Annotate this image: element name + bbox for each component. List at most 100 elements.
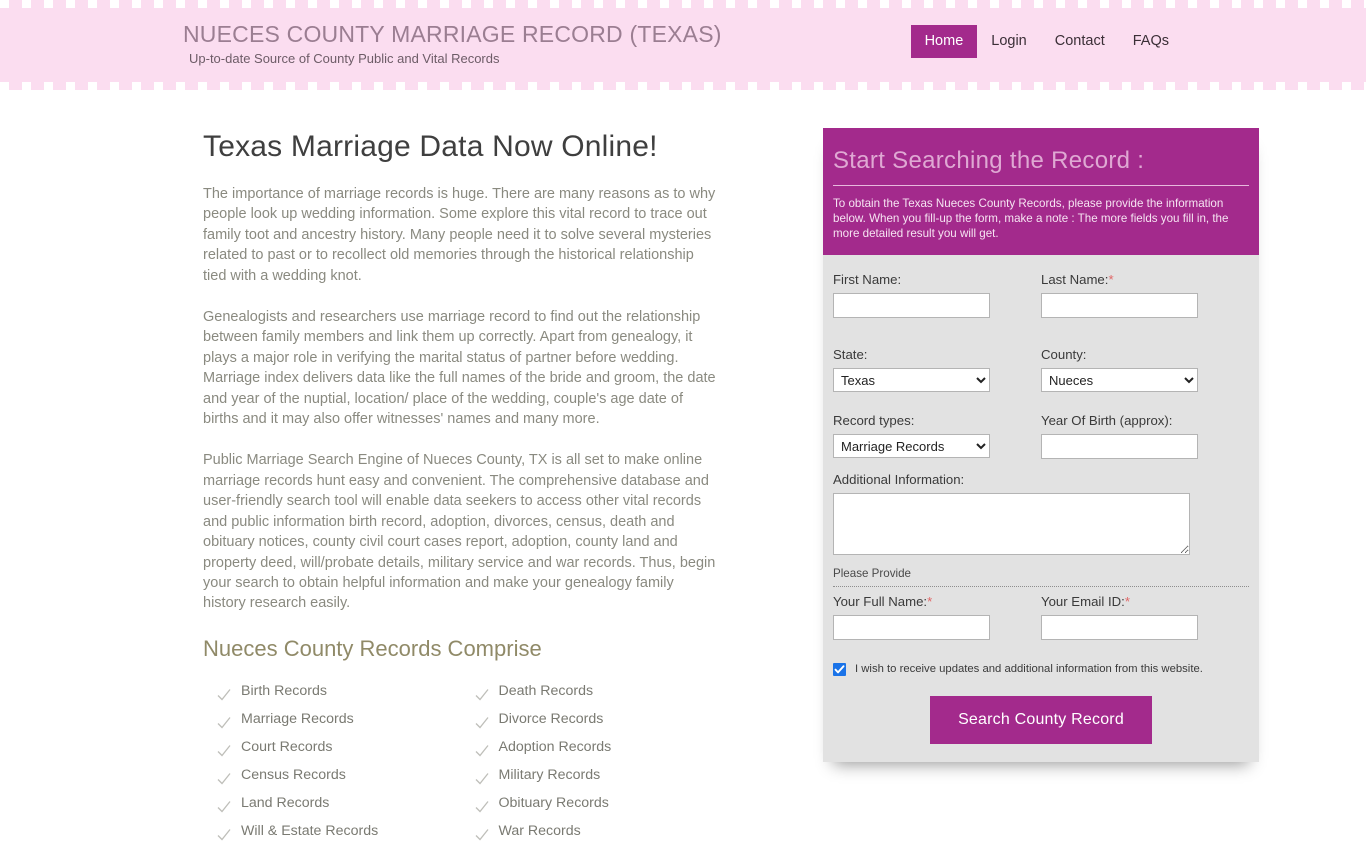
state-select[interactable]: Texas — [833, 368, 990, 392]
check-icon — [475, 796, 489, 813]
page-wrapper: Texas Marriage Data Now Online! The impo… — [183, 90, 1259, 841]
intro-paragraph-2: Genealogists and researchers use marriag… — [203, 309, 716, 428]
first-name-label: First Name: — [833, 272, 902, 287]
check-icon — [217, 796, 231, 813]
required-marker: * — [927, 594, 933, 609]
field-email: Your Email ID:* — [1041, 593, 1249, 640]
check-icon — [475, 740, 489, 757]
record-types-label: Record types: — [833, 413, 915, 428]
year-of-birth-input[interactable] — [1041, 434, 1198, 459]
page-title: Texas Marriage Data Now Online! — [203, 130, 658, 163]
consent-checkbox[interactable] — [833, 663, 846, 676]
check-icon — [217, 768, 231, 785]
check-icon — [217, 740, 231, 757]
list-item: Census Records — [203, 761, 461, 789]
list-item: Military Records — [461, 761, 719, 789]
list-item-label: Birth Records — [241, 682, 327, 699]
site-tagline: Up-to-date Source of County Public and V… — [189, 51, 500, 66]
state-label: State: — [833, 347, 868, 362]
record-types-select[interactable]: Marriage Records — [833, 434, 990, 458]
last-name-label: Last Name:* — [1041, 271, 1249, 289]
list-item-label: Will & Estate Records — [241, 822, 379, 839]
field-additional-information: Additional Information: — [833, 471, 1249, 560]
list-item: Land Records — [203, 789, 461, 817]
form-row-location: State: Texas County: Nueces — [833, 346, 1249, 392]
list-item: Obituary Records — [461, 789, 719, 817]
full-name-input[interactable] — [833, 615, 990, 640]
email-input[interactable] — [1041, 615, 1198, 640]
brand: NUECES COUNTY MARRIAGE RECORD (TEXAS) Up… — [183, 20, 722, 67]
nav-item-contact[interactable]: Contact — [1041, 25, 1119, 58]
form-row-record-year: Record types: Marriage Records Year Of B… — [833, 412, 1249, 459]
list-item: Death Records — [461, 677, 719, 705]
check-icon — [475, 712, 489, 729]
panel-description: To obtain the Texas Nueces County Record… — [833, 197, 1229, 240]
check-icon — [475, 684, 489, 701]
year-of-birth-label: Year Of Birth (approx): — [1041, 413, 1173, 428]
email-label-text: Your Email ID: — [1041, 594, 1125, 609]
list-item: Birth Records — [203, 677, 461, 705]
last-name-input[interactable] — [1041, 293, 1198, 318]
list-item: Court Records — [203, 733, 461, 761]
field-first-name: First Name: — [833, 271, 1041, 318]
check-icon — [217, 824, 231, 841]
list-item: Divorce Records — [461, 705, 719, 733]
field-full-name: Your Full Name:* — [833, 593, 1041, 640]
list-item-label: Land Records — [241, 794, 330, 811]
county-label: County: — [1041, 347, 1087, 362]
list-item: Will & Estate Records — [203, 817, 461, 845]
field-last-name: Last Name:* — [1041, 271, 1249, 318]
list-item-label: Court Records — [241, 738, 333, 755]
form-row-contact: Your Full Name:* Your Email ID:* — [833, 593, 1249, 640]
consent-label: I wish to receive updates and additional… — [855, 663, 1203, 675]
search-record-panel: Start Searching the Record : To obtain t… — [823, 128, 1259, 762]
nav-item-home[interactable]: Home — [910, 25, 978, 58]
check-icon — [475, 824, 489, 841]
list-item-label: War Records — [498, 822, 581, 839]
field-record-types: Record types: Marriage Records — [833, 412, 1041, 459]
panel-title: Start Searching the Record : — [833, 146, 1249, 186]
records-list: Birth Records Death Records Marriage Rec… — [203, 677, 718, 845]
list-item-label: Military Records — [498, 766, 601, 783]
site-title: NUECES COUNTY MARRIAGE RECORD (TEXAS) — [183, 21, 722, 47]
search-county-record-button[interactable]: Search County Record — [930, 696, 1152, 744]
county-select[interactable]: Nueces — [1041, 368, 1198, 392]
list-item-label: Adoption Records — [498, 738, 612, 755]
intro-paragraph-3: Public Marriage Search Engine of Nueces … — [203, 452, 716, 612]
submit-row: Search County Record — [833, 696, 1249, 744]
last-name-label-text: Last Name: — [1041, 272, 1109, 287]
records-section-title: Nueces County Records Comprise — [203, 635, 542, 661]
nav-item-login[interactable]: Login — [977, 25, 1040, 58]
full-name-label-text: Your Full Name: — [833, 594, 928, 609]
form-row-names: First Name: Last Name:* — [833, 271, 1249, 318]
first-name-input[interactable] — [833, 293, 990, 318]
list-item-label: Divorce Records — [498, 710, 604, 727]
please-provide-note: Please Provide — [833, 566, 1249, 587]
list-item-label: Marriage Records — [241, 710, 354, 727]
required-marker: * — [1108, 272, 1114, 287]
article-column: Texas Marriage Data Now Online! The impo… — [203, 128, 718, 845]
list-item-label: Obituary Records — [498, 794, 609, 811]
check-icon — [475, 768, 489, 785]
field-state: State: Texas — [833, 346, 1041, 392]
nav-item-faqs[interactable]: FAQs — [1119, 25, 1183, 58]
consent-row: I wish to receive updates and additional… — [833, 662, 1249, 677]
check-icon — [217, 684, 231, 701]
list-item-label: Death Records — [498, 682, 594, 699]
panel-body: First Name: Last Name:* State: Texas Cou… — [823, 255, 1259, 762]
list-item: Marriage Records — [203, 705, 461, 733]
list-item: War Records — [461, 817, 719, 845]
list-item-label: Census Records — [241, 766, 346, 783]
additional-information-textarea[interactable] — [833, 493, 1190, 555]
check-icon — [217, 712, 231, 729]
full-name-label: Your Full Name:* — [833, 593, 1041, 611]
field-year-of-birth: Year Of Birth (approx): — [1041, 412, 1249, 459]
header-inner: NUECES COUNTY MARRIAGE RECORD (TEXAS) Up… — [183, 0, 1183, 90]
intro-paragraph-1: The importance of marriage records is hu… — [203, 186, 716, 284]
site-header: NUECES COUNTY MARRIAGE RECORD (TEXAS) Up… — [0, 0, 1366, 90]
main-nav: Home Login Contact FAQs — [910, 25, 1183, 58]
field-county: County: Nueces — [1041, 346, 1249, 392]
